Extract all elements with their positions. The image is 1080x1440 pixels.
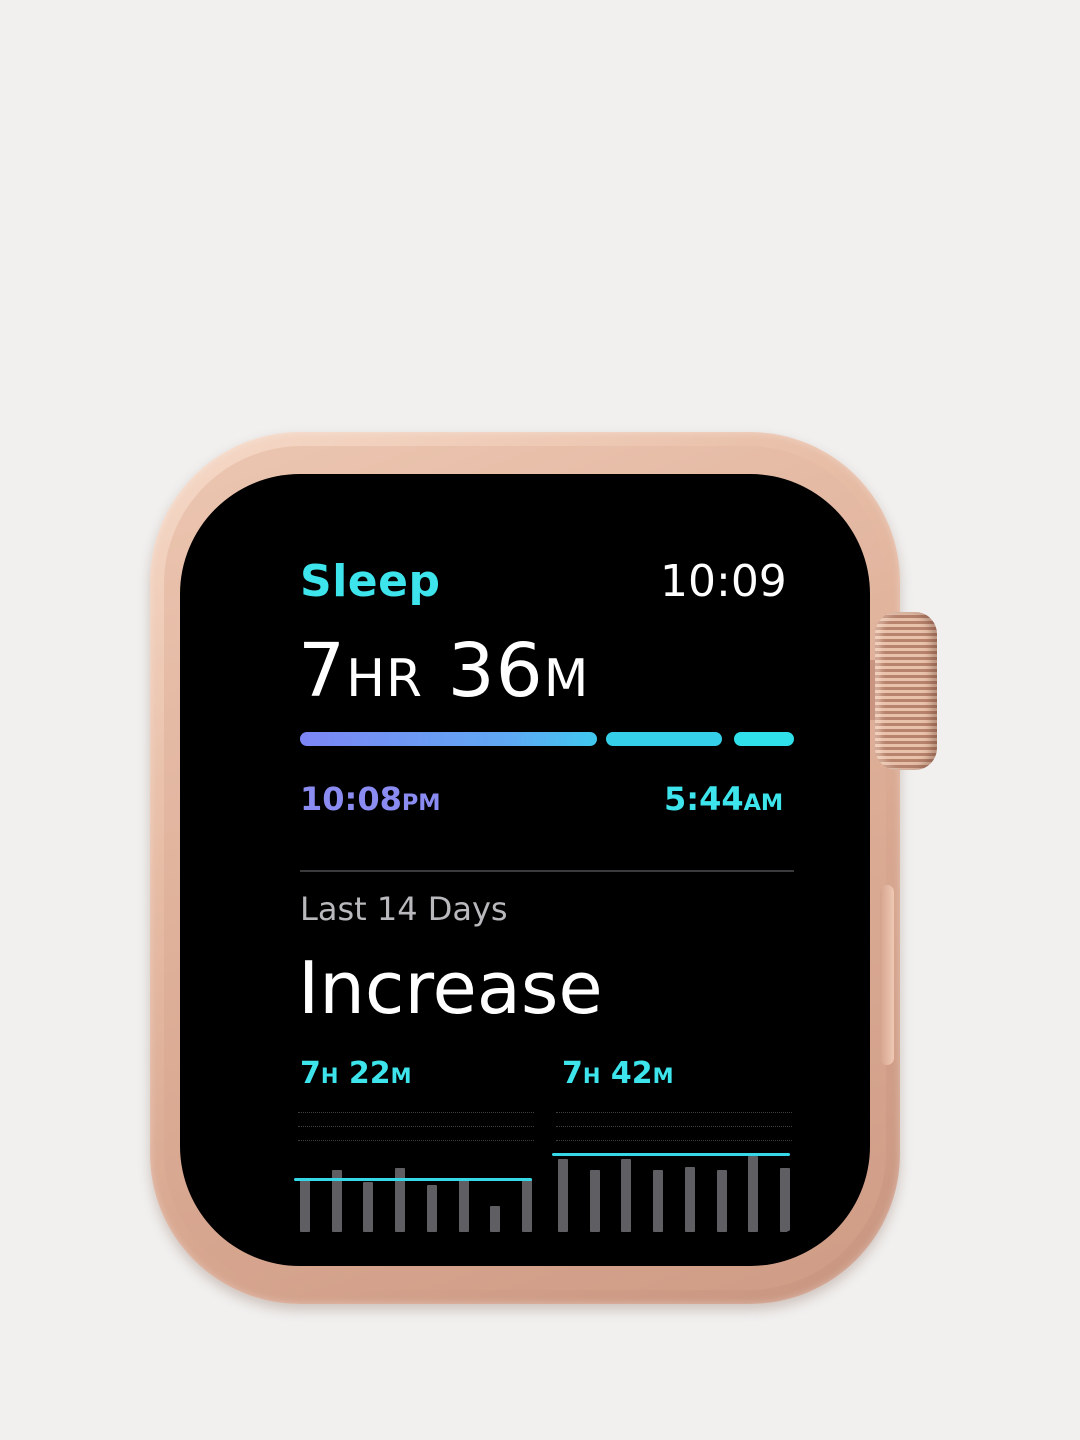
sleep-bar [458, 1180, 469, 1232]
trend-headline: Increase [298, 946, 603, 1030]
earlier-average: 7H 22M [300, 1056, 412, 1091]
side-button[interactable] [880, 885, 894, 1065]
chart-gridline [298, 1140, 534, 1141]
sleep-bar [363, 1182, 374, 1232]
watch-screen: Sleep 10:09 7HR 36M 10:08PM 5:44AM Last … [180, 474, 870, 1266]
wake-time-period: AM [743, 790, 784, 816]
total-minutes: 36 [447, 628, 544, 714]
sleep-bar [716, 1170, 727, 1232]
earlier-avg-hours: 7 [300, 1056, 321, 1091]
clock: 10:09 [660, 556, 787, 607]
recent-avg-hours-unit: H [582, 1064, 601, 1088]
app-title[interactable]: Sleep [300, 556, 440, 607]
earlier-avg-hours-unit: H [320, 1064, 339, 1088]
timeline-segment [606, 732, 722, 746]
sleep-bar [490, 1206, 501, 1232]
bedtime-value: 10:08 [300, 780, 402, 818]
sleep-bar [684, 1166, 695, 1232]
bedtime: 10:08PM [300, 780, 441, 818]
sleep-trend-chart [294, 1112, 794, 1232]
average-line [294, 1178, 532, 1182]
sleep-bar [522, 1178, 533, 1232]
total-sleep: 7HR 36M [298, 628, 589, 714]
hours-unit: HR [346, 649, 424, 709]
chart-gridline [298, 1126, 534, 1127]
recent-avg-minutes: 42 [610, 1056, 653, 1091]
earlier-avg-minutes: 22 [348, 1056, 391, 1091]
average-line [552, 1152, 790, 1156]
wake-time: 5:44AM [664, 780, 783, 818]
chart-gridline [556, 1140, 792, 1141]
recent-average: 7H 42M [562, 1056, 674, 1091]
sleep-app-display: Sleep 10:09 7HR 36M 10:08PM 5:44AM Last … [204, 498, 846, 1242]
chart-gridline [556, 1126, 792, 1127]
total-hours: 7 [298, 628, 347, 714]
sleep-bar [621, 1158, 632, 1232]
chart-gridline [556, 1112, 792, 1113]
chart-gridline [298, 1112, 534, 1113]
wake-time-value: 5:44 [664, 780, 744, 818]
bedtime-period: PM [401, 790, 441, 816]
sleep-bar [426, 1184, 437, 1232]
sleep-bar [300, 1178, 310, 1232]
timeline-segment [734, 732, 794, 746]
recent-avg-minutes-unit: M [652, 1064, 674, 1088]
digital-crown[interactable] [875, 612, 937, 770]
sleep-bar [395, 1167, 406, 1232]
sleep-bar [780, 1167, 791, 1232]
divider [300, 870, 794, 872]
sleep-bar [558, 1158, 568, 1232]
timeline-segment [300, 732, 597, 746]
minutes-unit: M [543, 649, 590, 709]
period-label: Last 14 Days [300, 890, 508, 928]
earlier-avg-minutes-unit: M [390, 1064, 412, 1088]
sleep-bar [748, 1156, 759, 1232]
recent-avg-hours: 7 [562, 1056, 583, 1091]
sleep-bar [653, 1170, 664, 1232]
sleep-bar [589, 1170, 600, 1232]
